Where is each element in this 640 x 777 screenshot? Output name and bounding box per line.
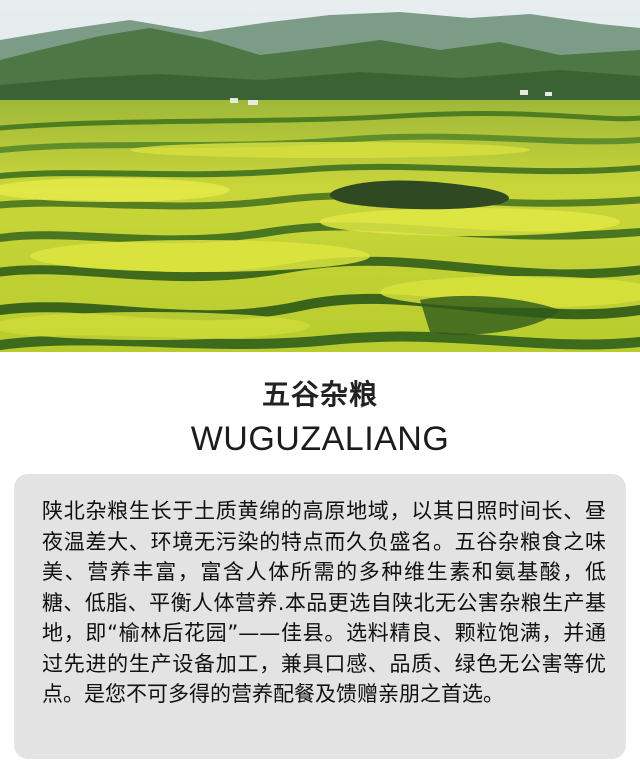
hero-landscape-image bbox=[0, 0, 640, 352]
terraced-fields-illustration bbox=[0, 0, 640, 352]
product-intro-page: 五谷杂粮 WUGUZALIANG 陕北杂粮生长于土质黄绵的高原地域，以其日照时间… bbox=[0, 0, 640, 777]
product-title-chinese: 五谷杂粮 bbox=[261, 378, 378, 411]
product-description: 陕北杂粮生长于土质黄绵的高原地域，以其日照时间长、昼夜温差大、环境无污染的特点而… bbox=[42, 499, 606, 706]
product-title-pinyin: WUGUZALIANG bbox=[190, 420, 450, 458]
